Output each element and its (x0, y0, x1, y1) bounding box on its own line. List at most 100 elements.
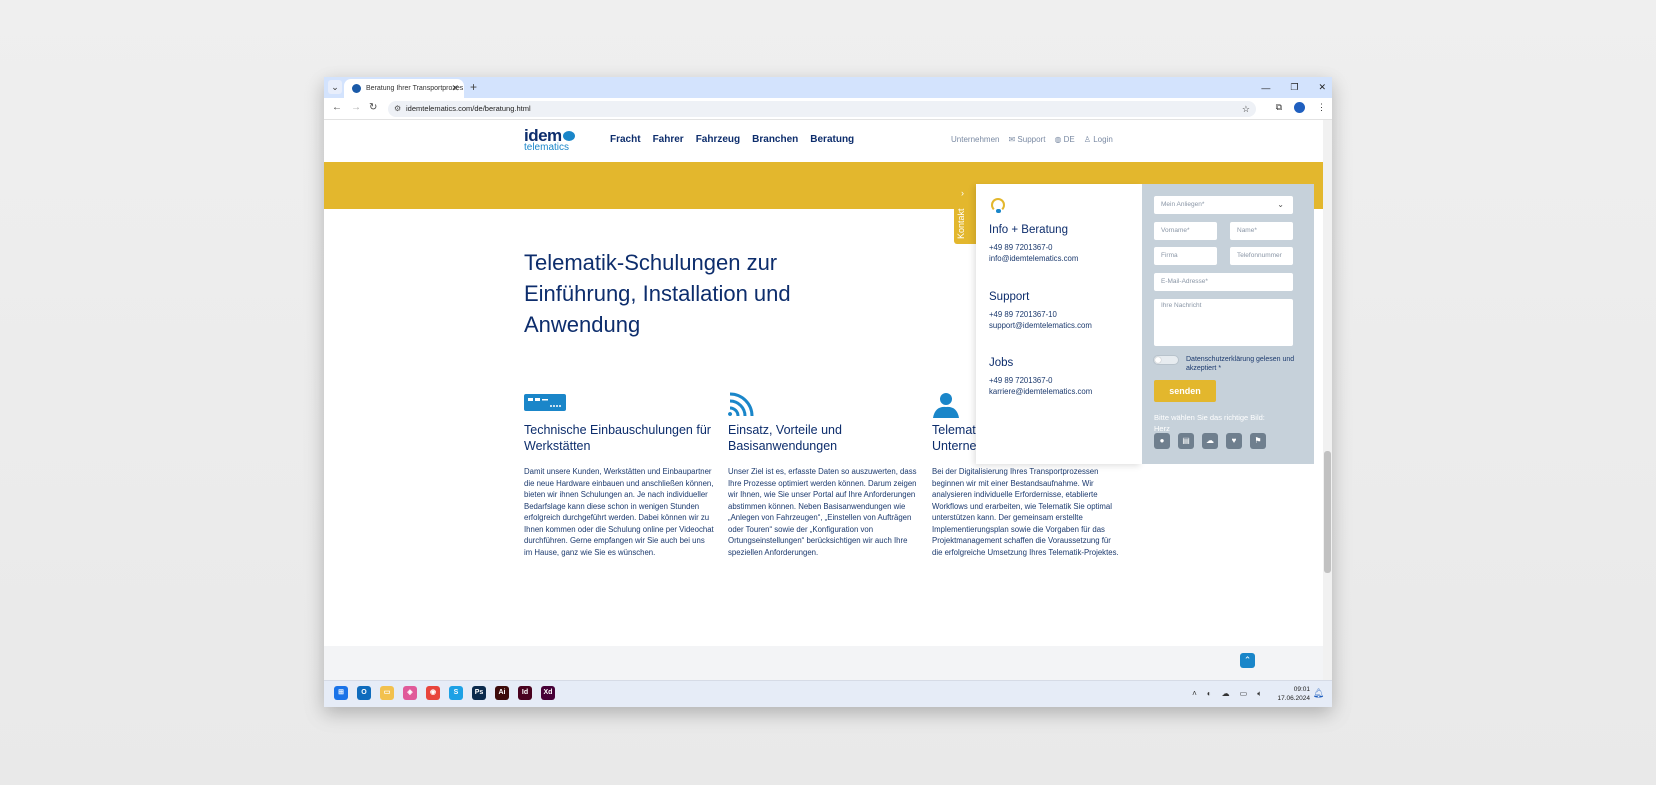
first-name-field[interactable]: Vorname* (1154, 222, 1217, 240)
captcha-options: ● ▤ ☁ ♥ ⚑ (1154, 433, 1266, 449)
email-field[interactable]: E-Mail-Adresse* (1154, 273, 1293, 291)
security-icon[interactable]: ◐ (1207, 689, 1212, 699)
system-clock[interactable]: 09:01 17.06.2024 (1277, 685, 1310, 703)
feature-text-2: Unser Ziel ist es, erfasste Daten so aus… (728, 467, 917, 557)
window-controls: — ❐ ✕ (1261, 77, 1326, 98)
site-logo[interactable]: idem telematics (524, 126, 575, 153)
bookmark-star-icon[interactable]: ☆ (1242, 101, 1250, 117)
feature-text-1: Damit unsere Kunden, Werkstätten und Ein… (524, 467, 714, 557)
page-scrollbar[interactable] (1323, 120, 1332, 680)
feature-text-3: Bei der Digitalisierung Ihres Transportp… (932, 467, 1119, 557)
volume-icon[interactable]: 🔈︎ (1257, 689, 1262, 699)
contact-phone[interactable]: +49 89 7201367-0 (989, 375, 1092, 386)
chevron-right-icon: › (961, 188, 964, 198)
last-name-field[interactable]: Name* (1230, 222, 1293, 240)
photos-icon[interactable]: ◈ (403, 686, 417, 700)
privacy-label-text: Datenschutzerklärung gelesen und akzepti… (1186, 356, 1295, 372)
meta-language-label: DE (1063, 135, 1075, 144)
file-explorer-icon[interactable]: ▭ (380, 686, 394, 700)
maximize-icon[interactable]: ❐ (1290, 82, 1298, 93)
extensions-icon[interactable]: ⧉ (1276, 102, 1282, 113)
heart-icon[interactable]: ♥ (1226, 433, 1242, 449)
system-tray: ˄ ◐ ☁ ▭ 🔈︎ (1192, 689, 1262, 699)
kontakt-tab[interactable]: › Kontakt (954, 184, 976, 244)
site-info-icon[interactable]: ⚙ (394, 101, 401, 117)
cup-icon[interactable]: ▤ (1178, 433, 1194, 449)
contact-email[interactable]: support@idemtelematics.com (989, 320, 1092, 331)
contact-block-support: Support +49 89 7201367-10 support@idemte… (989, 291, 1092, 331)
outlook-icon[interactable]: O (357, 686, 371, 700)
contact-block-title: Support (989, 291, 1030, 303)
phone-field[interactable]: Telefonnummer (1230, 247, 1293, 265)
footer-band (324, 646, 1323, 680)
nav-item-fahrzeug[interactable]: Fahrzeug (696, 134, 740, 145)
new-tab-button[interactable]: + (470, 79, 477, 96)
feature-column-1: Technische Einbauschulungen für Werkstät… (524, 392, 714, 558)
hardware-device-icon (524, 392, 714, 416)
windows-start-icon[interactable]: ⊞ (334, 686, 348, 700)
contact-block-title: Jobs (989, 357, 1014, 369)
scroll-to-top-button[interactable]: ⌃ (1240, 653, 1255, 668)
forward-icon[interactable]: → (351, 102, 361, 113)
illustrator-icon[interactable]: Ai (495, 686, 509, 700)
reload-icon[interactable]: ↻ (369, 102, 377, 113)
contact-phone[interactable]: +49 89 7201367-0 (989, 242, 1078, 253)
chrome-icon[interactable]: ◉ (426, 686, 440, 700)
site-header: idem telematics Fracht Fahrer Fahrzeug B… (324, 120, 1323, 162)
notification-bell-icon[interactable]: 🔔︎ (1313, 688, 1324, 699)
privacy-toggle[interactable] (1153, 355, 1179, 365)
tab-strip: ⌄ Beratung Ihrer Transportprozes ✕ + — ❐… (324, 77, 1332, 98)
contact-phone[interactable]: +49 89 7201367-10 (989, 309, 1092, 320)
browser-tab[interactable]: Beratung Ihrer Transportprozes ✕ (344, 79, 464, 98)
scrollbar-thumb[interactable] (1324, 451, 1331, 573)
xd-icon[interactable]: Xd (541, 686, 555, 700)
apple-icon[interactable]: ● (1154, 433, 1170, 449)
meta-login-link[interactable]: ♙ Login (1084, 135, 1113, 144)
nav-item-fahrer[interactable]: Fahrer (653, 134, 684, 145)
address-bar[interactable]: ⚙ idemtelematics.com/de/beratung.html ☆ (388, 101, 1256, 117)
menu-dots-icon[interactable]: ⋮ (1317, 102, 1326, 113)
meta-language-link[interactable]: ◍ DE (1054, 135, 1074, 144)
tab-close-icon[interactable]: ✕ (451, 79, 459, 98)
back-icon[interactable]: ← (332, 102, 342, 113)
logo-dot-icon (562, 131, 575, 141)
globe-icon: ◍ (1054, 135, 1064, 144)
indesign-icon[interactable]: Id (518, 686, 532, 700)
contact-email[interactable]: karriere@idemtelematics.com (989, 386, 1092, 397)
chevron-up-icon[interactable]: ˄ (1192, 689, 1197, 699)
captcha-prompt: Bitte wählen Sie das richtige Bild: Herz (1154, 412, 1304, 434)
concern-select[interactable]: Mein Anliegen* ⌄ (1154, 196, 1293, 214)
cloud-sync-icon[interactable]: ☁ (1222, 689, 1230, 699)
browser-toolbar: ← → ↻ ⚙ idemtelematics.com/de/beratung.h… (324, 98, 1332, 120)
skype-icon[interactable]: S (449, 686, 463, 700)
profile-avatar-icon[interactable] (1294, 102, 1305, 113)
privacy-required-mark: * (1218, 365, 1222, 372)
nav-item-branchen[interactable]: Branchen (752, 134, 798, 145)
network-icon[interactable]: ▭ (1240, 689, 1248, 699)
url-text: idemtelematics.com/de/beratung.html (406, 104, 531, 113)
privacy-label: Datenschutzerklärung gelesen und akzepti… (1186, 355, 1306, 373)
close-window-icon[interactable]: ✕ (1318, 82, 1326, 93)
logo-sub-text: telematics (524, 142, 570, 153)
cloud-icon[interactable]: ☁ (1202, 433, 1218, 449)
nav-item-beratung[interactable]: Beratung (810, 134, 854, 145)
tab-search-button[interactable]: ⌄ (328, 80, 342, 94)
page-viewport: idem telematics Fracht Fahrer Fahrzeug B… (324, 120, 1332, 680)
feature-title-2: Einsatz, Vorteile und Basisanwendungen (728, 423, 842, 453)
minimize-icon[interactable]: — (1261, 83, 1270, 93)
contact-email[interactable]: info@idemtelematics.com (989, 253, 1078, 264)
meta-support-link[interactable]: ✉ Support (1008, 135, 1045, 144)
favicon-icon (352, 84, 361, 93)
message-textarea[interactable]: Ihre Nachricht (1154, 299, 1293, 346)
flag-icon[interactable]: ⚑ (1250, 433, 1266, 449)
contact-block-title: Info + Beratung (989, 224, 1068, 236)
photoshop-icon[interactable]: Ps (472, 686, 486, 700)
meta-company-link[interactable]: Unternehmen (951, 135, 999, 144)
company-field[interactable]: Firma (1154, 247, 1217, 265)
user-icon: ♙ (1083, 135, 1094, 144)
send-button[interactable]: senden (1154, 380, 1216, 402)
meta-navigation: Unternehmen ✉ Support ◍ DE ♙ Login (951, 135, 1113, 144)
contact-info-panel: Info + Beratung +49 89 7201367-0 info@id… (976, 184, 1142, 464)
nav-item-fracht[interactable]: Fracht (610, 134, 641, 145)
clock-date: 17.06.2024 (1277, 695, 1310, 702)
